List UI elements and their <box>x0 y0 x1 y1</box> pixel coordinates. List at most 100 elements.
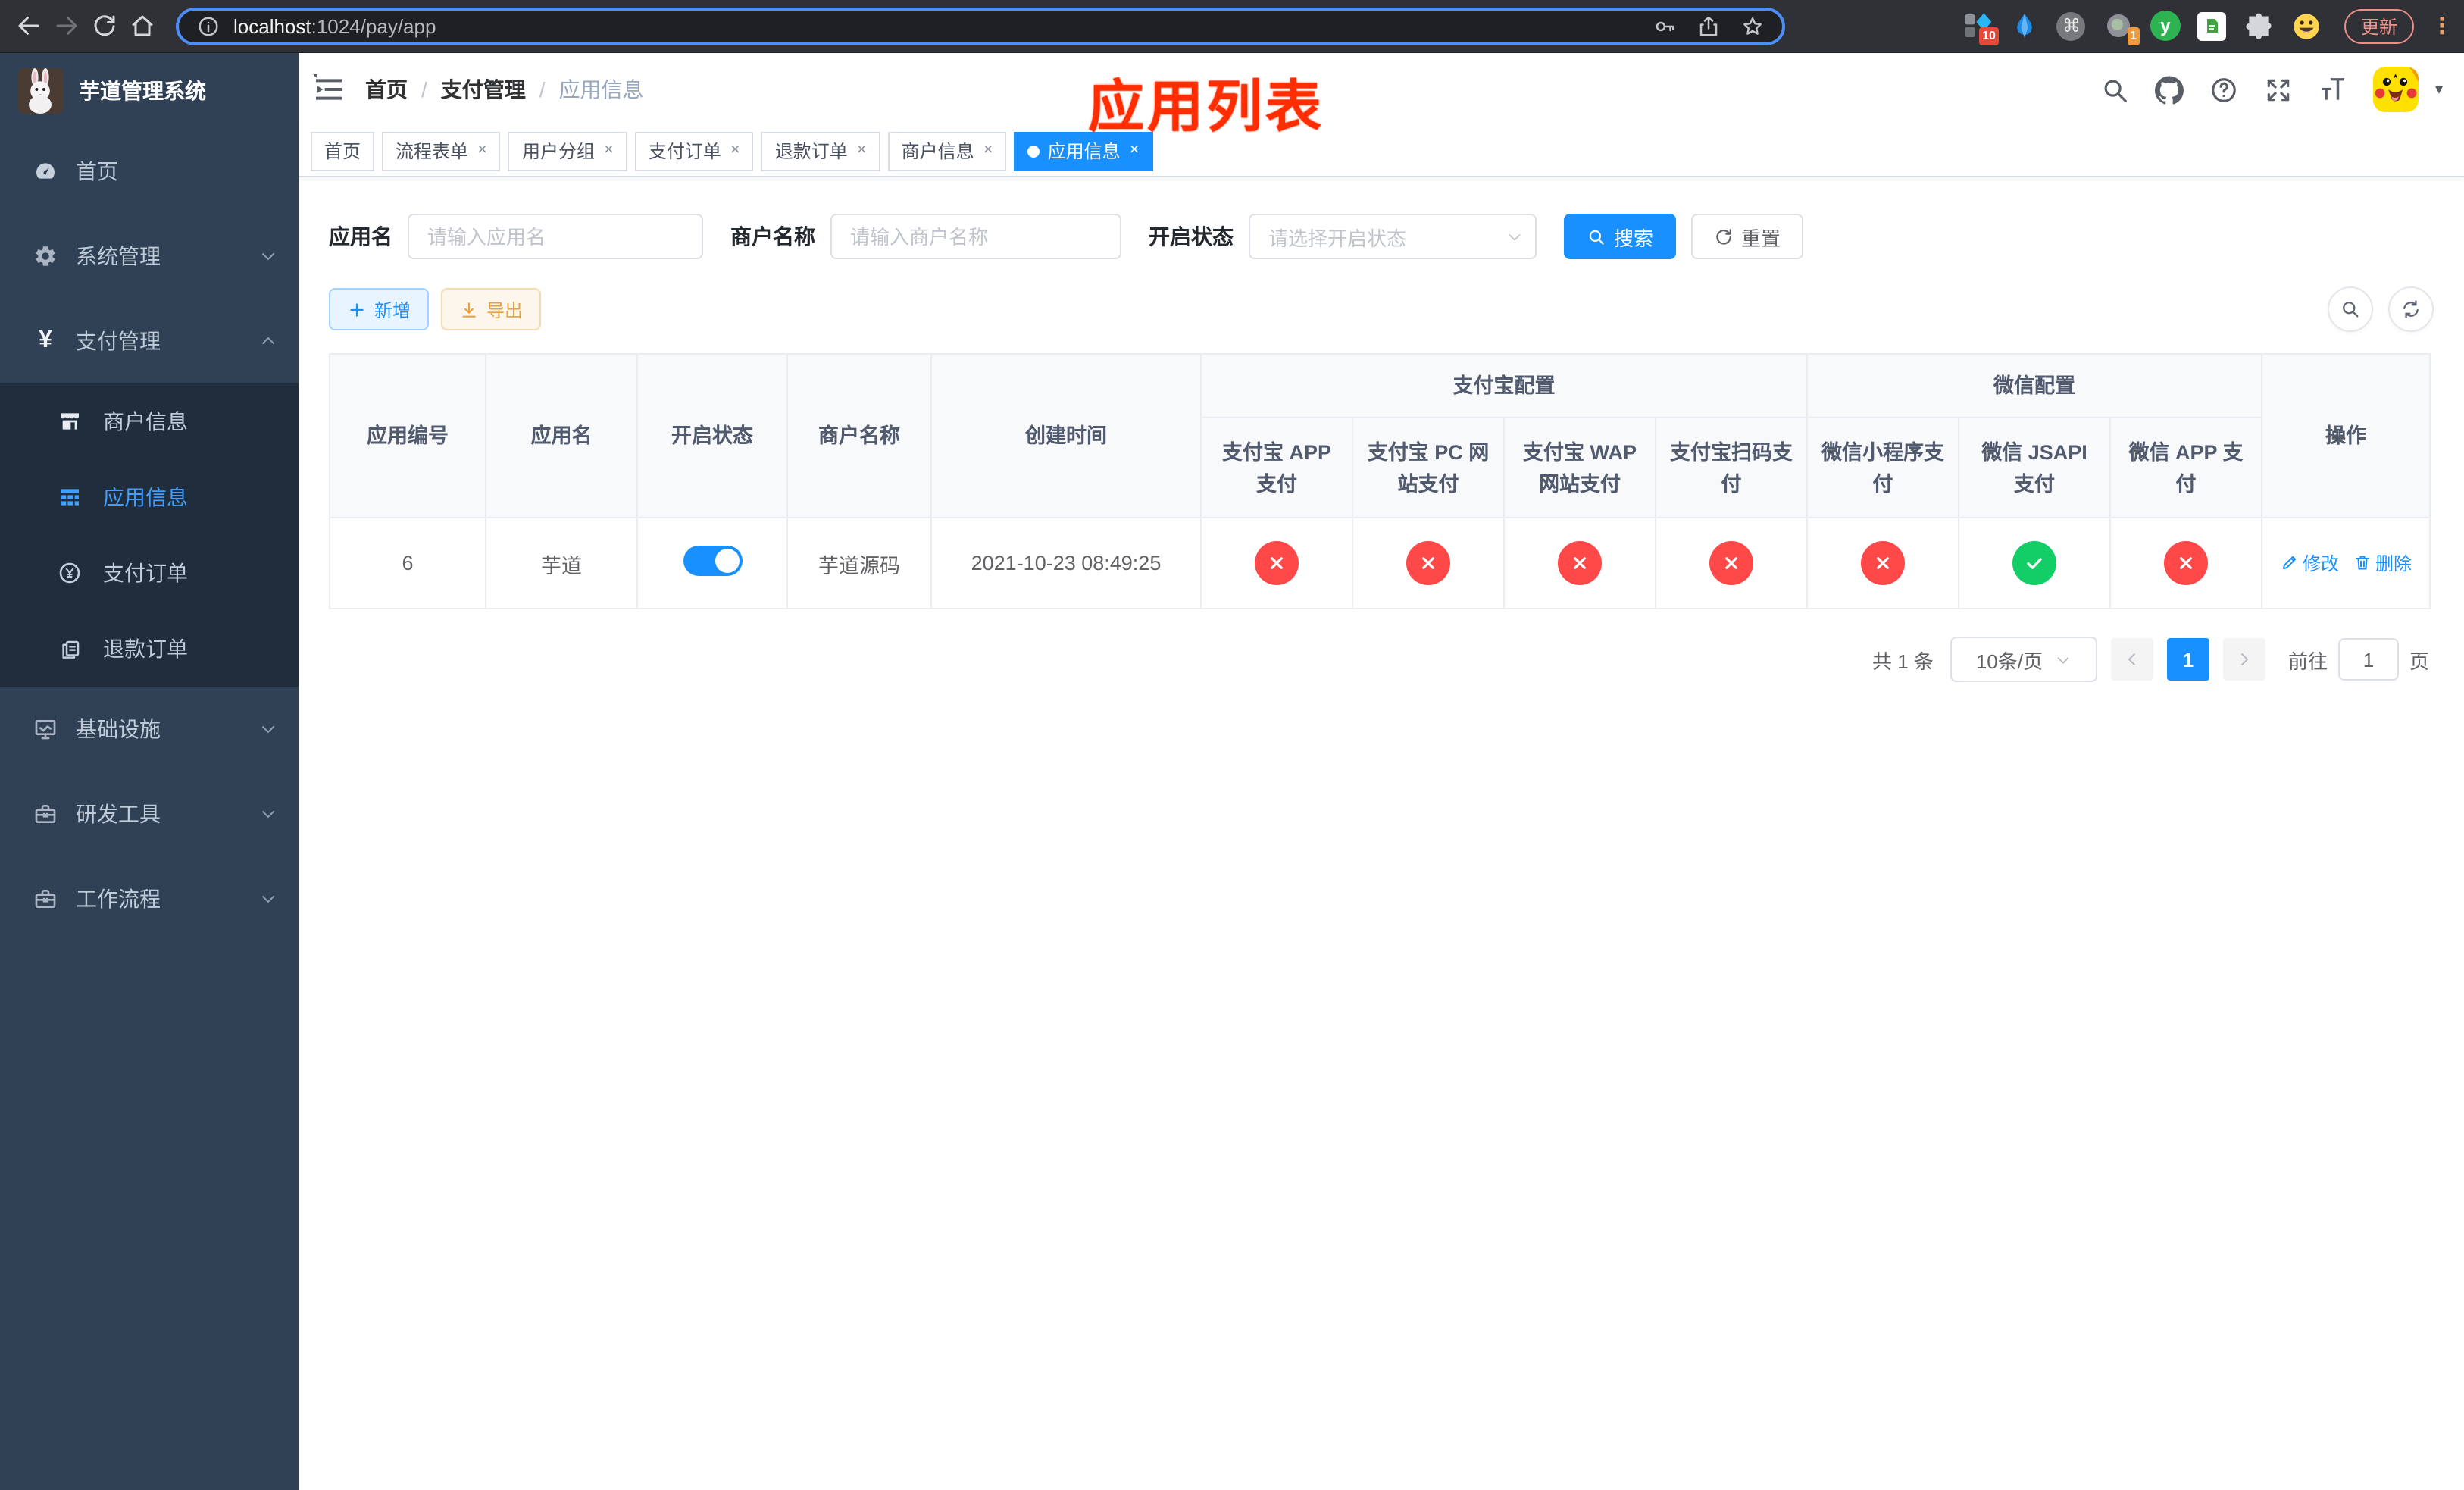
extension-badge: 10 <box>1979 27 1999 45</box>
cell-wx-jsapi <box>1958 517 2111 609</box>
app-logo[interactable]: 芋道管理系统 <box>0 53 299 129</box>
breadcrumb-pay[interactable]: 支付管理 <box>441 74 526 105</box>
col-header-merchant: 商户名称 <box>786 353 932 518</box>
tab-merchant-info[interactable]: 商户信息 × <box>887 131 1007 171</box>
page-number-button[interactable]: 1 <box>2166 638 2209 681</box>
sidebar-collapse-icon[interactable] <box>314 74 344 105</box>
tab-close-icon[interactable]: × <box>730 142 740 159</box>
sidebar-item-devtools[interactable]: 研发工具 <box>0 772 299 856</box>
status-select[interactable]: 请选择开启状态 <box>1249 214 1537 259</box>
tab-close-icon[interactable]: × <box>477 142 487 159</box>
url-text[interactable]: localhost:1024/pay/app <box>233 14 436 37</box>
top-navbar: 首页 / 支付管理 / 应用信息 ▾ <box>299 53 2464 126</box>
sidebar-item-merchant-info[interactable]: 商户信息 <box>0 383 299 459</box>
status-cross-icon <box>1558 541 1602 585</box>
search-button[interactable]: 搜索 <box>1564 214 1677 259</box>
avatar-caret-icon[interactable]: ▾ <box>2435 81 2443 98</box>
prev-page-button[interactable] <box>2110 638 2153 681</box>
tab-user-group[interactable]: 用户分组 × <box>508 131 627 171</box>
cell-alipay-app <box>1200 517 1353 609</box>
extensions-puzzle-icon[interactable] <box>2244 11 2275 41</box>
github-icon[interactable] <box>2154 75 2184 104</box>
document-copy-icon <box>58 637 82 661</box>
breadcrumb-home[interactable]: 首页 <box>365 74 408 105</box>
logo-avatar <box>18 68 64 114</box>
share-icon[interactable] <box>1697 14 1720 37</box>
font-size-icon[interactable] <box>2319 75 2347 104</box>
extension-notes-icon[interactable] <box>2197 11 2228 41</box>
cell-ops: 修改 删除 <box>2261 517 2431 609</box>
site-info-icon[interactable] <box>197 14 220 37</box>
page-unit-label: 页 <box>2409 650 2429 672</box>
chrome-update-button[interactable]: 更新 <box>2344 8 2414 43</box>
sidebar-item-label: 支付订单 <box>103 561 188 585</box>
extension-kite-icon[interactable] <box>2009 11 2040 41</box>
tab-close-icon[interactable]: × <box>1130 142 1140 159</box>
select-caret-icon <box>1509 234 1521 241</box>
cell-wx-app <box>2109 517 2263 609</box>
sidebar-item-label: 支付管理 <box>76 329 161 353</box>
app-title: 芋道管理系统 <box>79 79 206 103</box>
sidebar-item-workflow[interactable]: 工作流程 <box>0 856 299 941</box>
toolbox-icon <box>33 802 58 826</box>
extension-y-icon[interactable]: y <box>2150 11 2181 41</box>
export-button[interactable]: 导出 <box>441 288 542 330</box>
col-header-alipay-qr: 支付宝扫码支付 <box>1655 417 1808 518</box>
sidebar-item-label: 首页 <box>76 159 118 183</box>
next-page-button[interactable] <box>2222 638 2265 681</box>
forward-icon[interactable] <box>53 12 80 39</box>
sidebar-item-system[interactable]: 系统管理 <box>0 214 299 299</box>
sidebar-item-app-info[interactable]: 应用信息 <box>0 459 299 535</box>
user-avatar[interactable] <box>2372 67 2419 112</box>
filter-form: 应用名 商户名称 开启状态 请选择开启状态 搜索 重置 <box>329 214 2434 259</box>
page-size-select[interactable]: 10条/页 <box>1950 637 2097 682</box>
refresh-icon <box>2403 300 2419 318</box>
add-button[interactable]: 新增 <box>329 288 430 330</box>
enable-switch[interactable] <box>683 546 742 576</box>
password-key-icon[interactable] <box>1653 14 1676 37</box>
col-header-wx-mini: 微信小程序支付 <box>1806 417 1959 518</box>
tab-process-form[interactable]: 流程表单 × <box>382 131 501 171</box>
bookmark-star-icon[interactable] <box>1741 14 1764 37</box>
sidebar-item-pay[interactable]: ¥ 支付管理 <box>0 299 299 383</box>
navbar-actions: ▾ <box>2100 67 2443 112</box>
tab-close-icon[interactable]: × <box>983 142 993 159</box>
reset-button[interactable]: 重置 <box>1691 214 1804 259</box>
reload-icon[interactable] <box>91 12 118 39</box>
chrome-menu-icon[interactable]: ⋮ <box>2431 12 2453 39</box>
sidebar-item-pay-order[interactable]: 支付订单 <box>0 535 299 611</box>
sidebar-item-infra[interactable]: 基础设施 <box>0 687 299 772</box>
extension-recorder-icon[interactable]: 1 <box>2103 11 2140 45</box>
home-icon[interactable] <box>129 12 156 39</box>
briefcase-icon <box>33 887 58 911</box>
sidebar-item-refund-order[interactable]: 退款订单 <box>0 611 299 687</box>
trash-icon <box>2355 556 2369 570</box>
profile-emoji-icon[interactable] <box>2291 11 2322 41</box>
refresh-table-button[interactable] <box>2388 286 2434 332</box>
edit-button[interactable]: 修改 <box>2280 550 2339 576</box>
chevron-down-icon <box>262 726 274 733</box>
fullscreen-icon[interactable] <box>2264 75 2293 104</box>
toggle-search-button[interactable] <box>2328 286 2373 332</box>
sidebar-item-home[interactable]: 首页 <box>0 129 299 214</box>
extension-blocks-icon[interactable]: 10 <box>1962 11 1999 45</box>
tab-home[interactable]: 首页× <box>311 131 375 171</box>
back-icon[interactable] <box>15 12 42 39</box>
app-name-label: 应用名 <box>329 224 392 249</box>
tab-close-icon[interactable]: × <box>857 142 867 159</box>
address-bar[interactable]: localhost:1024/pay/app <box>176 7 1785 45</box>
merchant-name-label: 商户名称 <box>730 224 815 249</box>
delete-button[interactable]: 删除 <box>2353 550 2412 576</box>
header-search-icon[interactable] <box>2100 75 2129 104</box>
app-name-input[interactable] <box>408 214 703 259</box>
merchant-name-input[interactable] <box>830 214 1121 259</box>
help-icon[interactable] <box>2209 75 2238 104</box>
extension-command-icon[interactable]: ⌘ <box>2056 11 2087 41</box>
col-header-status: 开启状态 <box>636 353 788 518</box>
sidebar-item-label: 基础设施 <box>76 717 161 741</box>
group-header-alipay: 支付宝配置 <box>1200 353 1808 418</box>
tab-close-icon[interactable]: × <box>604 142 614 159</box>
tab-pay-order[interactable]: 支付订单 × <box>634 131 754 171</box>
tab-refund-order[interactable]: 退款订单 × <box>761 131 880 171</box>
goto-page-input[interactable] <box>2337 638 2399 681</box>
